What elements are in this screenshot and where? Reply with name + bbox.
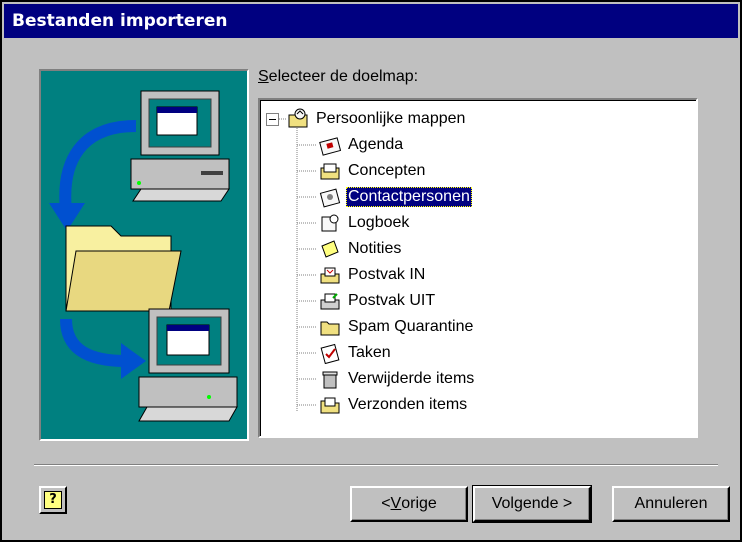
notes-icon xyxy=(321,240,339,258)
separator-line xyxy=(34,464,718,466)
target-folder-label-text: electeer de doelmap: xyxy=(268,68,419,85)
folder-tree[interactable]: Persoonlijke mappen Agenda Concepten Contac… xyxy=(258,98,698,438)
computer-bottom-icon xyxy=(138,308,238,422)
computer-top-icon xyxy=(130,90,230,202)
cancel-button[interactable]: Annuleren xyxy=(612,486,730,522)
next-button[interactable]: Volgende > xyxy=(472,485,592,523)
folder-icon xyxy=(320,321,340,336)
back-button[interactable]: < Vorige xyxy=(350,486,468,522)
tree-node-label: Verwijderde items xyxy=(348,370,475,387)
tree-node-label: Concepten xyxy=(348,162,426,179)
tree-node-label: Postvak UIT xyxy=(348,292,436,309)
tree-node-label: Postvak IN xyxy=(348,266,426,283)
import-dialog: Bestanden importeren Selecteer de doelma… xyxy=(0,0,742,542)
trash-icon xyxy=(322,371,338,389)
drafts-icon xyxy=(320,163,340,180)
tree-node-label: Spam Quarantine xyxy=(348,318,474,335)
tree-node-postvak-in[interactable]: Postvak IN xyxy=(318,262,427,288)
tree-node-label: Notities xyxy=(348,240,402,257)
tree-node-agenda[interactable]: Agenda xyxy=(318,132,405,158)
tree-node-postvak-uit[interactable]: Postvak UIT xyxy=(318,288,437,314)
tree-node-logboek[interactable]: Logboek xyxy=(318,210,411,236)
tree-node-contactpersonen[interactable]: Contactpersonen xyxy=(318,184,472,210)
tree-node-verzonden-items[interactable]: Verzonden items xyxy=(318,392,469,418)
tree-node-label: Agenda xyxy=(348,136,404,153)
tree-node-verwijderde-items[interactable]: Verwijderde items xyxy=(318,366,476,392)
tree-node-label: Taken xyxy=(348,344,391,361)
tree-node-label: Logboek xyxy=(348,214,410,231)
collapse-toggle[interactable] xyxy=(266,113,279,126)
tree-node-notities[interactable]: Notities xyxy=(318,236,403,262)
tree-node-concepten[interactable]: Concepten xyxy=(318,158,427,184)
tree-node-spam-quarantine[interactable]: Spam Quarantine xyxy=(318,314,475,340)
tree-node-label: Persoonlijke mappen xyxy=(316,110,466,127)
inbox-icon xyxy=(320,267,340,284)
help-button[interactable]: ? xyxy=(39,486,67,514)
contacts-icon xyxy=(319,188,341,208)
tree-node-label: Verzonden items xyxy=(348,396,468,413)
tree-node-label: Contactpersonen xyxy=(346,187,472,207)
folder-icon xyxy=(65,225,182,312)
dialog-title: Bestanden importeren xyxy=(4,4,738,38)
tasks-icon xyxy=(320,343,340,364)
outbox-icon xyxy=(320,293,340,310)
tree-node-taken[interactable]: Taken xyxy=(318,340,393,366)
back-rest: orige xyxy=(401,495,437,512)
back-mnemonic: V xyxy=(390,495,402,512)
personal-folders-icon xyxy=(288,108,308,128)
import-illustration xyxy=(39,69,249,441)
help-icon: ? xyxy=(44,491,62,509)
back-prefix: < xyxy=(381,495,391,512)
calendar-icon xyxy=(319,137,342,156)
tree-node-root[interactable]: Persoonlijke mappen xyxy=(286,106,467,132)
target-folder-label: Selecteer de doelmap: xyxy=(258,68,419,85)
journal-icon xyxy=(321,214,339,232)
sent-items-icon xyxy=(320,397,340,414)
